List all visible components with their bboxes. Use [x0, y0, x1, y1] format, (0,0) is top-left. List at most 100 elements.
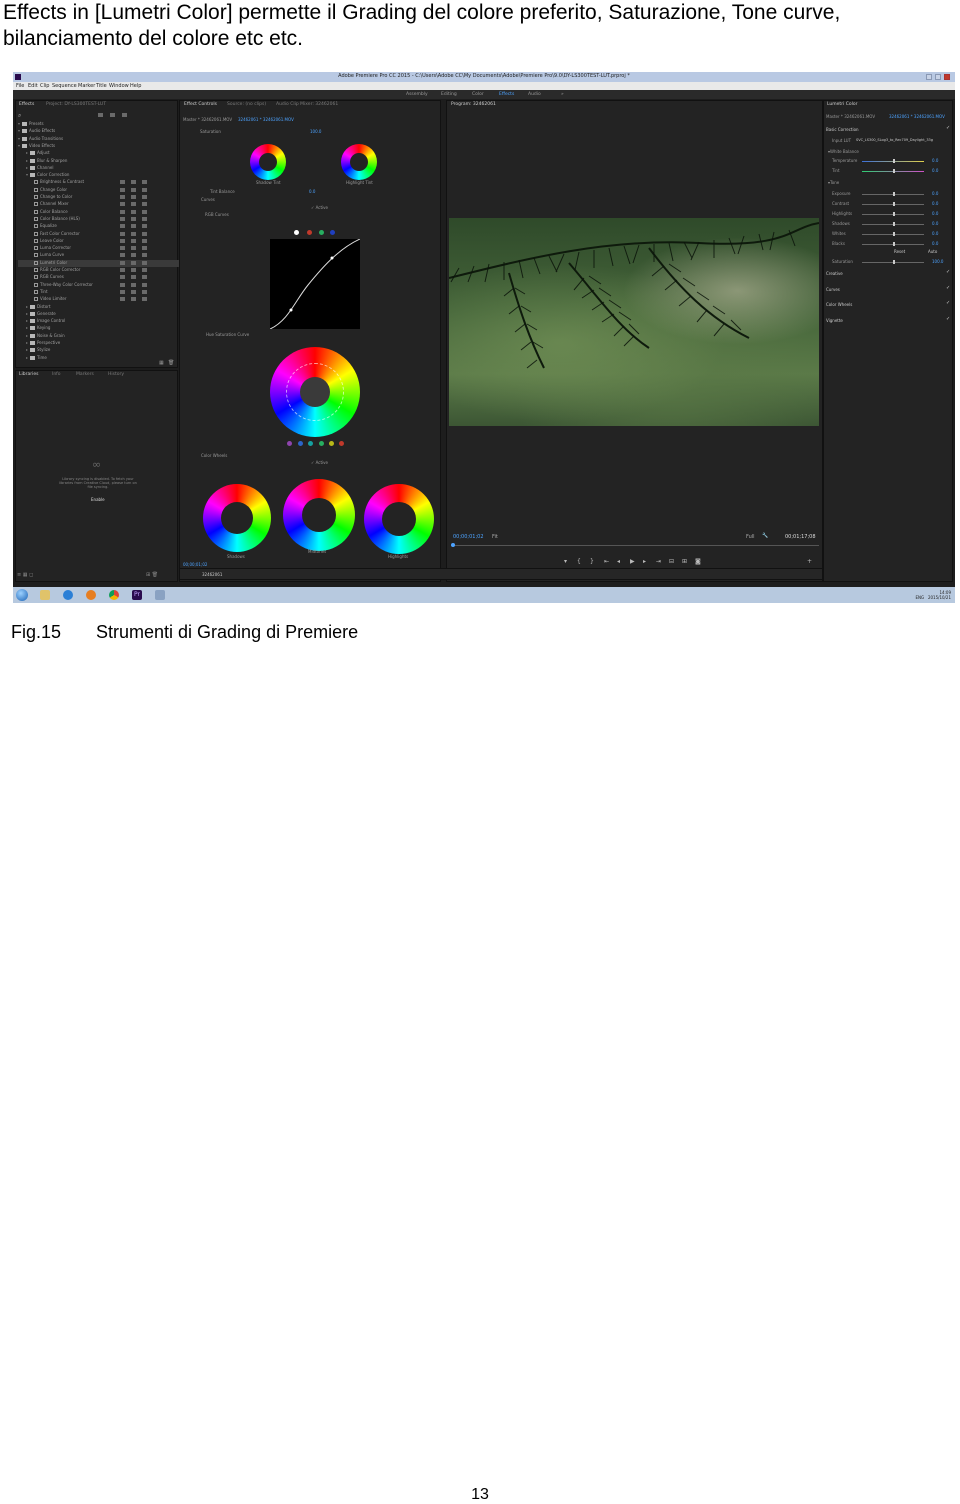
effect-item[interactable]: Channel Mixer	[18, 201, 184, 208]
program-timecode[interactable]: 00;00;01;02	[453, 534, 484, 540]
slider-handle[interactable]	[893, 260, 895, 264]
effects-folder[interactable]: ▾ Presets	[18, 121, 168, 128]
maximize-icon[interactable]	[935, 74, 941, 80]
menu-help[interactable]: Help	[130, 83, 141, 89]
workspace-audio[interactable]: Audio	[528, 92, 541, 97]
effect-item[interactable]: Brightness & Contrast	[18, 179, 184, 186]
reset-button[interactable]: Reset	[894, 249, 905, 254]
disclosure-triangle-icon[interactable]: ▸	[26, 158, 28, 163]
lumetri-section-header[interactable]: Color Wheels	[826, 302, 852, 307]
shadows-wheel[interactable]	[203, 484, 271, 552]
hue-sample-dot[interactable]	[339, 441, 344, 446]
auto-button[interactable]: Auto	[928, 249, 937, 254]
hue-sample-dot[interactable]	[298, 441, 303, 446]
slider-handle[interactable]	[893, 222, 895, 226]
effects-folder[interactable]: ▸ Generate	[18, 311, 176, 318]
menu-file[interactable]: File	[16, 83, 24, 89]
slider-handle[interactable]	[893, 212, 895, 216]
effect-item[interactable]: Lumetri Color	[18, 259, 184, 267]
workspace-color[interactable]: Color	[472, 92, 484, 97]
disclosure-triangle-icon[interactable]: ▸	[26, 311, 28, 316]
effects-folder[interactable]: ▸ Adjust	[18, 150, 176, 157]
section-enabled-check[interactable]: ✓	[946, 316, 950, 322]
slider-value[interactable]: 0.0	[932, 201, 938, 206]
menu-edit[interactable]: Edit	[28, 83, 38, 89]
playhead[interactable]	[451, 543, 455, 547]
internet-explorer-icon[interactable]	[63, 590, 73, 600]
color-wheels-label[interactable]: Color Wheels	[201, 453, 227, 458]
effect-item[interactable]: Change Color	[18, 187, 184, 194]
midtones-wheel[interactable]	[283, 479, 355, 551]
button-editor-icon[interactable]: +	[807, 558, 812, 565]
slider-handle[interactable]	[893, 242, 895, 246]
slider-handle[interactable]	[893, 192, 895, 196]
new-bin-icon[interactable]: ▦	[159, 360, 164, 366]
effects-folder[interactable]: ▸ Channel	[18, 165, 176, 172]
tab-lumetri-color[interactable]: Lumetri Color	[827, 102, 857, 107]
tab-history[interactable]: History	[108, 372, 124, 377]
menu-window[interactable]: Window	[109, 83, 129, 89]
lumetri-section-header[interactable]: Curves	[826, 287, 840, 292]
timeline-tab[interactable]: 32462061	[202, 572, 222, 577]
premiere-pro-taskbar-icon[interactable]: Pr	[132, 590, 142, 600]
white-balance-header[interactable]: ▾White Balance	[828, 149, 859, 154]
curve-channel-blue-dot[interactable]	[330, 230, 335, 235]
slider-handle[interactable]	[893, 169, 895, 173]
effects-folder[interactable]: ▸ Noise & Grain	[18, 333, 176, 340]
effect-item[interactable]: Color Balance (HLS)	[18, 216, 184, 223]
lumetri-master-clip[interactable]: Master * 32462061.MOV	[826, 114, 875, 119]
rgb-curve-graph[interactable]	[269, 238, 361, 330]
menu-marker[interactable]: Marker	[78, 83, 95, 89]
section-enabled-check[interactable]: ✓	[946, 285, 950, 291]
mark-out-icon[interactable]: }	[590, 558, 594, 565]
slider-value[interactable]: 100.0	[932, 259, 943, 264]
effect-item[interactable]: Equalize	[18, 223, 184, 230]
tab-markers[interactable]: Markers	[76, 372, 94, 377]
slider-value[interactable]: 0.0	[932, 241, 938, 246]
effects-folder[interactable]: ▸ Blur & Sharpen	[18, 158, 176, 165]
export-frame-icon[interactable]: ◙	[695, 558, 701, 565]
effect-item[interactable]: Change to Color	[18, 194, 184, 201]
master-clip-label[interactable]: Master * 32462061.MOV	[183, 117, 232, 122]
basic-correction-check[interactable]: ✓	[946, 125, 950, 131]
hue-sample-dot[interactable]	[287, 441, 292, 446]
disclosure-triangle-icon[interactable]: ▾	[18, 143, 20, 148]
effects-folder[interactable]: ▸ Image Control	[18, 318, 176, 325]
accelerated-filter-icon[interactable]	[98, 113, 103, 117]
tone-header[interactable]: ▾Tone	[828, 180, 839, 185]
disclosure-triangle-icon[interactable]: ▾	[26, 172, 28, 177]
disclosure-triangle-icon[interactable]: ▸	[26, 340, 28, 345]
slider-handle[interactable]	[893, 159, 895, 163]
disclosure-triangle-icon[interactable]: ▸	[26, 165, 28, 170]
disclosure-triangle-icon[interactable]: ▸	[26, 347, 28, 352]
workspace-effects[interactable]: Effects	[499, 92, 514, 97]
enable-sync-button[interactable]: Enable	[91, 497, 105, 502]
slider-value[interactable]: 0.0	[932, 211, 938, 216]
hue-sample-dot[interactable]	[319, 441, 324, 446]
effects-folder[interactable]: ▾ Video Effects	[18, 143, 168, 150]
disclosure-triangle-icon[interactable]: ▸	[26, 304, 28, 309]
search-icon[interactable]: ⌕	[18, 112, 21, 120]
effects-folder[interactable]: ▾ Audio Transitions	[18, 136, 168, 143]
effect-item[interactable]: Fast Color Corrector	[18, 231, 184, 238]
shadow-tint-wheel[interactable]	[250, 144, 286, 180]
tab-program[interactable]: Program: 32462061	[451, 102, 496, 107]
slider-value[interactable]: 0.0	[932, 168, 938, 173]
chrome-icon[interactable]	[109, 590, 119, 600]
effects-folder[interactable]: ▸ Time	[18, 355, 176, 362]
workspace-assembly[interactable]: Assembly	[406, 92, 428, 97]
zoom-select[interactable]: Fit	[492, 534, 498, 540]
quality-select[interactable]: Full	[746, 534, 755, 540]
hue-saturation-wheel[interactable]	[270, 347, 360, 437]
go-to-in-icon[interactable]: ⇤	[604, 558, 609, 565]
effect-item[interactable]: Luma Curve	[18, 252, 184, 259]
app-taskbar-icon[interactable]	[155, 590, 165, 600]
lumetri-sequence-clip[interactable]: 32462061 * 32462061.MOV	[889, 114, 945, 119]
step-back-icon[interactable]: ◂	[617, 558, 620, 565]
disclosure-triangle-icon[interactable]: ▸	[26, 325, 28, 330]
sequence-clip-label[interactable]: 32462061 * 32462061.MOV	[238, 117, 294, 122]
yuv-filter-icon[interactable]	[122, 113, 127, 117]
effect-item[interactable]: RGB Curves	[18, 274, 184, 281]
effects-folder[interactable]: ▾ Color Correction	[18, 172, 176, 179]
menu-clip[interactable]: Clip	[40, 83, 49, 89]
